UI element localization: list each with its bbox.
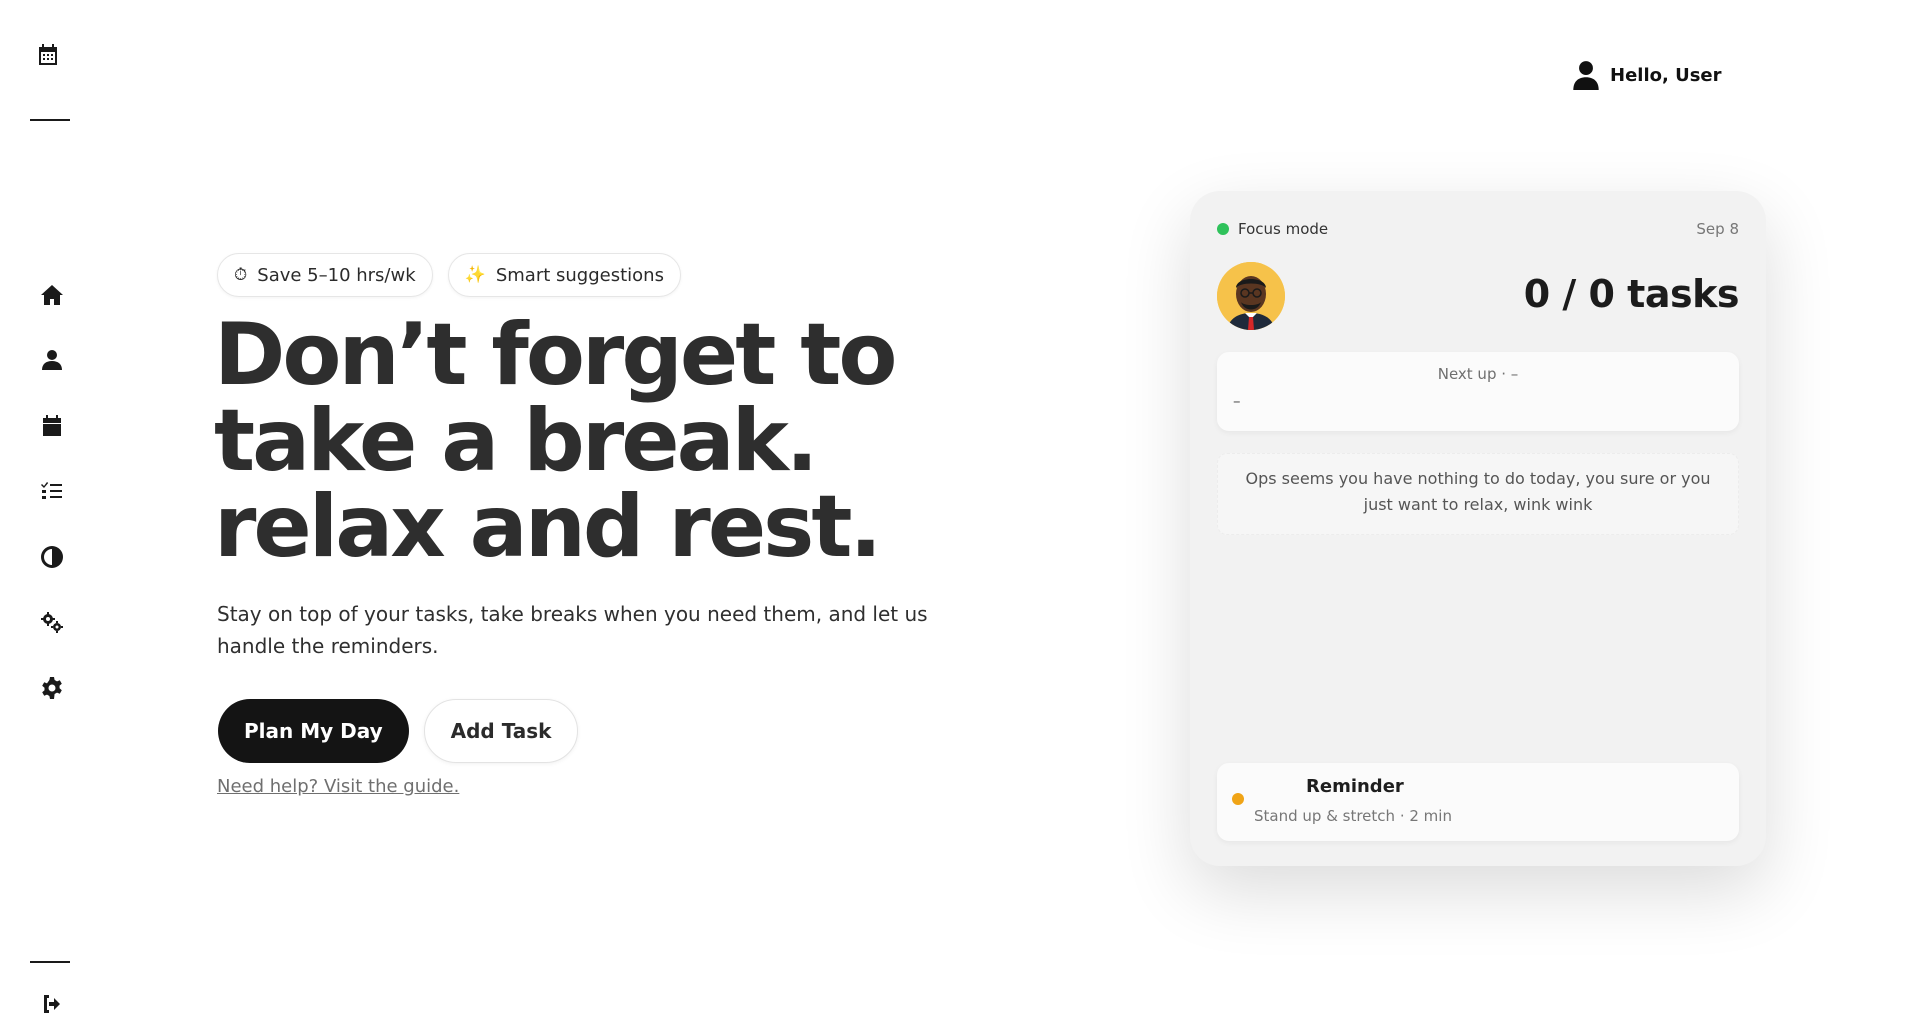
plan-my-day-button[interactable]: Plan My Day [218, 699, 409, 763]
greeting-text: Hello, User [1610, 64, 1722, 86]
status-dot-icon [1217, 223, 1229, 235]
stopwatch-icon: ⏱ [234, 265, 248, 285]
reminder-item[interactable]: Reminder Stand up & stretch · 2 min [1217, 763, 1739, 841]
hero-title: Don’t forget to take a break. relax and … [214, 312, 974, 570]
focus-card: Focus mode Sep 8 0 / 0 tasks Next up · –… [1190, 191, 1766, 866]
focus-mode-indicator: Focus mode [1217, 220, 1328, 238]
next-up-label: Next up · – [1437, 365, 1519, 383]
gears-icon[interactable] [38, 609, 66, 637]
next-up-value: – [1233, 392, 1241, 410]
chip-save-time: ⏱ Save 5–10 hrs/wk [217, 253, 433, 297]
sidebar-divider-bottom [30, 961, 70, 963]
user-icon[interactable] [38, 346, 66, 374]
focus-mode-label: Focus mode [1238, 220, 1329, 238]
hero-title-line: take a break. [214, 391, 818, 491]
sidebar [0, 0, 100, 1032]
contrast-icon[interactable] [38, 543, 66, 571]
tasks-counter: 0 / 0 tasks [1523, 272, 1740, 316]
card-date: Sep 8 [1696, 220, 1739, 238]
calendar-icon[interactable] [38, 412, 66, 440]
hero-title-line: relax and rest. [214, 477, 882, 577]
help-guide-link[interactable]: Need help? Visit the guide. [217, 776, 459, 797]
chip-smart-suggestions: ✨ Smart suggestions [447, 253, 681, 297]
sidebar-divider-top [30, 119, 70, 121]
settings-icon[interactable] [38, 674, 66, 702]
next-up-panel[interactable]: Next up · – – [1217, 352, 1739, 431]
user-avatar-icon [1573, 61, 1599, 90]
calendar-grid-icon[interactable] [34, 41, 62, 69]
sparkles-icon: ✨ [464, 265, 486, 285]
avatar [1217, 262, 1285, 330]
hero-title-line: Don’t forget to [214, 305, 897, 405]
reminder-dot-icon [1232, 793, 1244, 805]
user-greeting[interactable]: Hello, User [1572, 60, 1722, 90]
reminder-detail: Stand up & stretch · 2 min [1254, 807, 1452, 825]
feature-chips: ⏱ Save 5–10 hrs/wk ✨ Smart suggestions [217, 253, 681, 297]
logout-icon[interactable] [38, 990, 66, 1018]
task-list-icon[interactable] [38, 477, 66, 505]
home-icon[interactable] [38, 281, 66, 309]
hero-actions: Plan My Day Add Task [218, 699, 579, 763]
person-avatar-icon [1217, 262, 1285, 330]
add-task-button[interactable]: Add Task [423, 699, 579, 763]
chip-label: Smart suggestions [495, 264, 664, 286]
empty-state-message: Ops seems you have nothing to do today, … [1217, 453, 1739, 535]
reminder-title: Reminder [1306, 776, 1404, 797]
hero-subtitle: Stay on top of your tasks, take breaks w… [217, 602, 928, 658]
chip-label: Save 5–10 hrs/wk [257, 264, 416, 286]
